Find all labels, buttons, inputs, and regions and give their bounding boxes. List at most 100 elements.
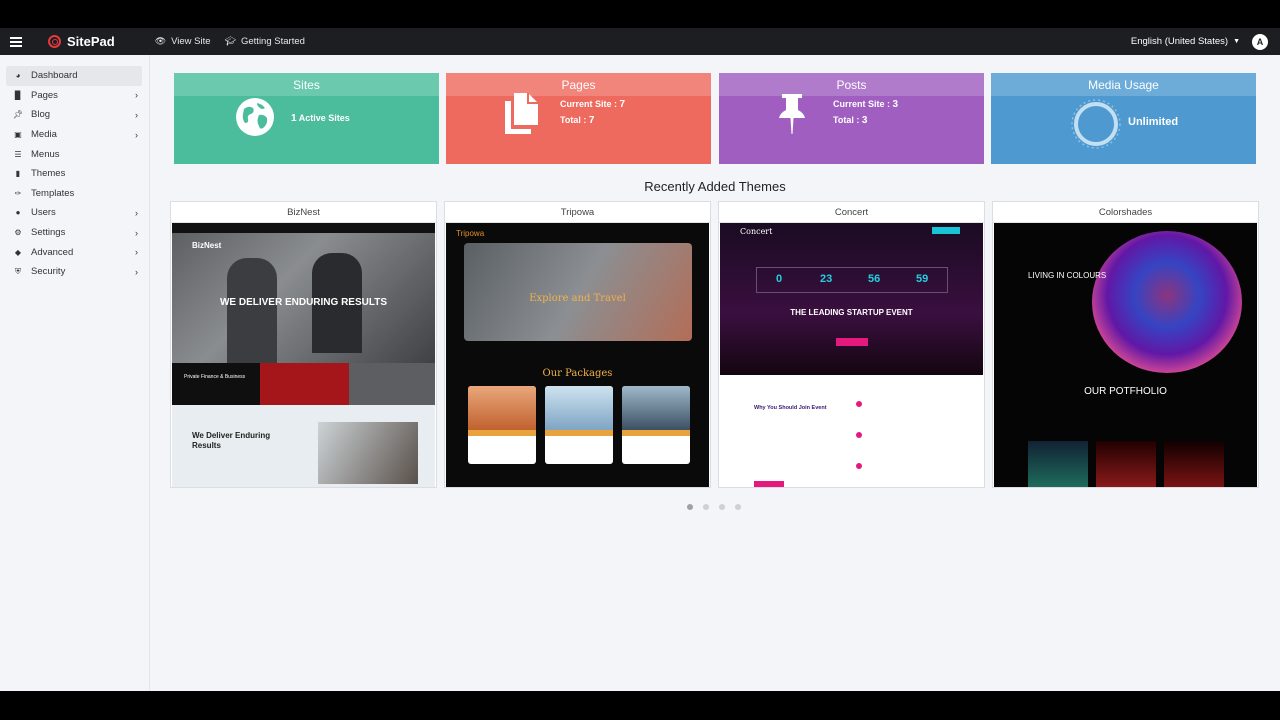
preview-portfolio-image — [1028, 441, 1088, 487]
posts-current-label: Current Site : — [833, 99, 891, 109]
card-title: Pages — [446, 73, 711, 96]
top-bar: SitePad 👁︎ View Site 🎓︎ Getting Started … — [0, 28, 1280, 55]
theme-name: Concert — [719, 202, 984, 223]
active-sites-count: 1 — [291, 113, 297, 124]
sidebar-item-menus[interactable]: ☰ Menus — [6, 144, 142, 164]
posts-total-value: 3 — [861, 115, 868, 126]
countdown-days: 0 — [776, 273, 783, 285]
language-selector[interactable]: English (United States) ▼ — [1131, 36, 1240, 47]
carousel-dot[interactable] — [703, 504, 709, 510]
countdown-seconds: 59 — [916, 273, 929, 285]
pin-icon: 📌︎ — [12, 110, 24, 120]
pages-current-label: Current Site : — [560, 99, 618, 109]
getting-started-label: Getting Started — [241, 36, 305, 47]
theme-name: Colorshades — [993, 202, 1258, 223]
view-site-link[interactable]: 👁︎ View Site — [155, 36, 211, 47]
sidebar-item-blog[interactable]: 📌︎ Blog › — [6, 105, 142, 125]
theme-name: BizNest — [171, 202, 436, 223]
graduation-cap-icon: 🎓︎ — [224, 36, 236, 46]
brand-logo[interactable]: SitePad — [48, 34, 115, 49]
user-avatar[interactable]: A — [1252, 33, 1268, 50]
preview-cta — [836, 338, 868, 346]
carousel-dot[interactable] — [687, 504, 693, 510]
media-usage-value: Unlimited — [1128, 116, 1179, 128]
advanced-icon: ◆ — [14, 247, 22, 257]
sidebar-item-label: Blog — [31, 109, 51, 121]
preview-package-card — [468, 386, 536, 464]
chevron-right-icon: › — [135, 227, 138, 238]
getting-started-link[interactable]: 🎓︎ Getting Started — [225, 36, 305, 47]
sites-card[interactable]: Sites 1 Active Sites — [174, 73, 439, 164]
preview-headline: THE LEADING STARTUP EVENT — [790, 308, 913, 317]
theme-card-colorshades[interactable]: Colorshades LIVING IN COLOURS OUR POTFHO… — [992, 201, 1259, 488]
posts-total-label: Total : — [833, 115, 860, 125]
sidebar-item-security[interactable]: ⛨ Security › — [6, 262, 142, 282]
preview-headline: WE DELIVER ENDURING RESULTS — [219, 297, 388, 308]
card-title: Sites — [174, 73, 439, 96]
preview-dot — [856, 401, 862, 407]
theme-preview: LIVING IN COLOURS OUR POTFHOLIO — [994, 223, 1257, 487]
sidebar-item-settings[interactable]: ⚙ Settings › — [6, 223, 142, 243]
sidebar-item-label: Menus — [31, 148, 60, 160]
pages-current-site: Current Site : 7 — [560, 99, 625, 110]
copy-icon — [505, 93, 538, 134]
chevron-right-icon: › — [135, 247, 138, 258]
preview-topbar — [172, 223, 435, 233]
card-title: Posts — [719, 73, 984, 96]
sidebar-item-advanced[interactable]: ◆ Advanced › — [6, 242, 142, 262]
active-sites-label: Active Sites — [298, 113, 350, 123]
theme-card-concert[interactable]: Concert Concert 0 23 56 59 THE LEADING S… — [718, 201, 985, 488]
language-label: English (United States) — [1130, 36, 1229, 47]
sidebar-item-templates[interactable]: ✑ Templates — [6, 184, 142, 204]
sidebar-item-media[interactable]: ▣ Media › — [6, 125, 142, 145]
preview-headline: Explore and Travel — [529, 293, 626, 304]
sidebar-item-label: Users — [31, 207, 56, 219]
sidebar-item-themes[interactable]: ▮ Themes — [6, 164, 142, 184]
sidebar-item-label: Media — [31, 129, 57, 141]
posts-current-value: 3 — [892, 99, 899, 110]
posts-card[interactable]: Posts Current Site : 3 Total : 3 — [719, 73, 984, 164]
carousel-pagination — [687, 504, 751, 510]
active-sites-text: 1 Active Sites — [291, 113, 350, 124]
preview-section-heading: Why You Should Join Event — [754, 405, 827, 411]
card-title: Media Usage — [991, 73, 1256, 96]
shield-icon: ⛨ — [15, 266, 21, 276]
caret-down-icon: ▼ — [1233, 38, 1240, 45]
chevron-right-icon: › — [135, 207, 138, 218]
theme-card-tripowa[interactable]: Tripowa Tripowa Explore and Travel Our P… — [444, 201, 711, 488]
sidebar-item-pages[interactable]: ▉ Pages › — [6, 86, 142, 106]
media-icon: ▣ — [14, 130, 22, 140]
preview-dot — [856, 432, 862, 438]
brand-name: SitePad — [67, 34, 115, 49]
preview-section-heading: OUR POTFHOLIO — [1084, 386, 1167, 397]
theme-preview: BizNest WE DELIVER ENDURING RESULTS Priv… — [172, 223, 435, 487]
pages-card[interactable]: Pages Current Site : 7 Total : 7 — [446, 73, 711, 164]
preview-portfolio-image — [1096, 441, 1156, 487]
sidebar-item-label: Security — [31, 266, 66, 278]
preview-package-card — [622, 386, 690, 464]
media-usage-card[interactable]: Media Usage Unlimited — [991, 73, 1256, 164]
pages-total: Total : 7 — [560, 115, 594, 126]
pages-current-value: 7 — [619, 99, 626, 110]
sidebar-item-label: Templates — [31, 187, 75, 199]
sitepad-logo-icon — [48, 35, 61, 48]
recent-themes-title: Recently Added Themes — [644, 179, 786, 194]
menus-icon: ☰ — [14, 149, 22, 159]
theme-preview: Tripowa Explore and Travel Our Packages — [446, 223, 709, 487]
hamburger-menu-icon[interactable] — [10, 36, 22, 47]
preview-image — [318, 422, 418, 484]
preview-headline: LIVING IN COLOURS — [1028, 271, 1107, 280]
carousel-dot[interactable] — [719, 504, 725, 510]
preview-section-heading: Our Packages — [542, 368, 613, 379]
pages-icon: ▉ — [14, 90, 22, 100]
preview-person — [227, 258, 277, 363]
sidebar-item-users[interactable]: ● Users › — [6, 203, 142, 223]
preview-hero — [720, 223, 983, 375]
preview-section-heading: We Deliver Enduring Results — [192, 431, 271, 450]
sidebar-item-dashboard[interactable]: ◕ Dashboard — [6, 66, 142, 86]
preview-ticket-button — [932, 227, 960, 234]
theme-card-biznest[interactable]: BizNest BizNest WE DELIVER ENDURING RESU… — [170, 201, 437, 488]
pages-total-label: Total : — [560, 115, 587, 125]
theme-preview: Concert 0 23 56 59 THE LEADING STARTUP E… — [720, 223, 983, 487]
carousel-dot[interactable] — [735, 504, 741, 510]
